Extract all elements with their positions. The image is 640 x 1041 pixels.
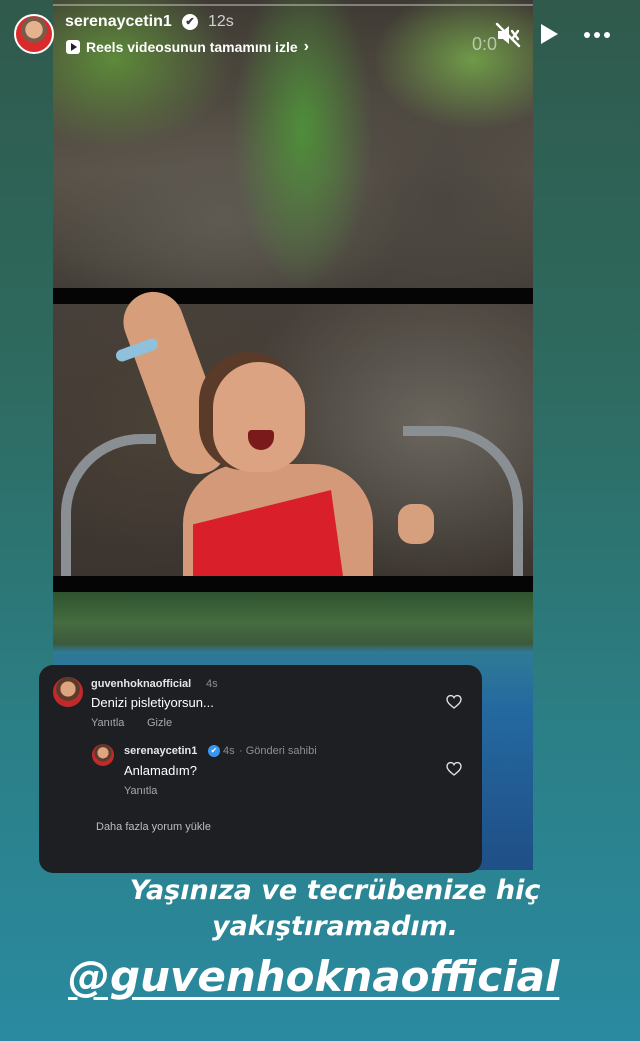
verified-icon: ✔ <box>182 14 198 30</box>
username[interactable]: serenaycetin1 <box>65 13 172 31</box>
woman-photo <box>53 283 533 594</box>
reels-link-label: Reels videosunun tamamını izle <box>86 39 298 55</box>
more-icon[interactable] <box>584 32 610 38</box>
video-timer: 0:0 <box>472 34 498 54</box>
comment-text: Denizi pisletiyorsun... <box>91 695 214 710</box>
comment-screenshot: guvenhoknaofficial 4s Denizi pisletiyors… <box>39 665 482 873</box>
photo-divider <box>53 288 533 304</box>
hide-button: Gizle <box>147 717 173 729</box>
caption-line-2: yakıştıramadım. <box>211 911 459 942</box>
story-header: serenaycetin1 ✔ 12s Reels videosunun tam… <box>0 0 640 64</box>
chevron-right-icon: › <box>303 38 309 55</box>
play-icon[interactable] <box>541 24 558 44</box>
reply-text: Anlamadım? <box>124 763 197 778</box>
time-ago: 12s <box>208 13 234 30</box>
load-more-comments: Daha fazla yorum yükle <box>96 821 211 833</box>
reply-time: 4s <box>223 745 235 757</box>
mute-icon[interactable] <box>495 22 521 48</box>
heart-icon <box>446 761 462 776</box>
avatar[interactable] <box>14 14 54 54</box>
reels-link[interactable]: Reels videosunun tamamını izle › <box>66 38 309 56</box>
caption-line-1: Yaşınıza ve tecrübenize hiç <box>129 875 541 906</box>
ladder-rail-left <box>61 434 156 594</box>
comment-time: 4s <box>206 678 218 690</box>
heart-icon <box>446 694 462 709</box>
avatar <box>53 677 83 707</box>
verified-icon: ✔ <box>208 745 220 757</box>
avatar <box>92 744 114 766</box>
reply-username: serenaycetin1 <box>124 745 198 757</box>
reels-icon <box>66 40 80 54</box>
mention-tag[interactable]: @guvenhoknaofficial <box>68 952 559 1001</box>
reply-button: Yanıtla <box>124 785 158 797</box>
owner-label: · Gönderi sahibi <box>239 745 317 757</box>
face <box>213 362 305 472</box>
hand <box>398 504 434 544</box>
comment-username: guvenhoknaofficial <box>91 678 192 690</box>
reply-button: Yanıtla <box>91 717 125 729</box>
photo-divider <box>53 576 533 592</box>
